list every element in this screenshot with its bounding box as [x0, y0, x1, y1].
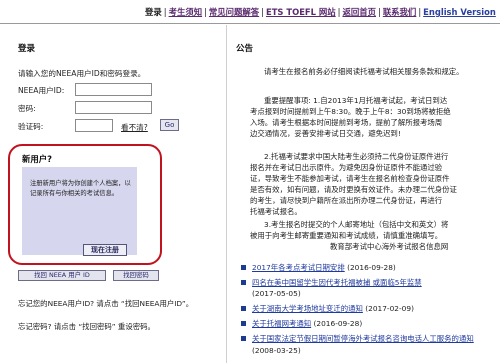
password-label: 密码:	[18, 104, 36, 113]
announcement-line: 证，导致考生不能参加考试，请考生在报名前检查身份证原件	[250, 174, 450, 183]
bullet-icon	[241, 280, 246, 285]
announcement-line: 入场。请考生根据本时间提前到考场，提前了解所报考场周	[250, 118, 443, 127]
nav-separator: |	[163, 7, 167, 17]
forgot-id-text: 忘记您的NEEA用户ID? 请点击 “找回NEEA用户ID”。	[18, 299, 194, 308]
news-date: (2016-09-28)	[313, 319, 363, 328]
header-divider	[0, 23, 500, 24]
news-date: (2008-03-25)	[252, 346, 301, 355]
cant-see-link[interactable]: 看不清?	[121, 122, 148, 133]
announcement-line: 考点报到时间提前到上午8:30。晚于上午8：30到场将被拒绝	[250, 107, 451, 116]
password-input[interactable]	[75, 101, 152, 114]
announcement-paragraph-2: 2.托福考试要求中国大陆考生必须持二代身份证原件进行 报名并在考试日出示原件。为…	[250, 151, 495, 217]
nav-separator: |	[377, 7, 381, 17]
nav-english-version[interactable]: English Version	[423, 7, 496, 17]
find-password-button[interactable]: 找回密码	[113, 270, 159, 281]
news-date: (2017-05-05)	[252, 289, 301, 298]
top-nav: 登录 | 考生须知 | 常见问题解答 | ETS TOEFL 网站 | 返回首页 | 联系我们 | En…	[145, 6, 500, 18]
announcement-line: 边交通情况，妥善安排考试日交通，避免迟到!	[250, 129, 401, 138]
news-link[interactable]: 四名在美中国留学生因代考托福被捕 或面临5年监禁	[252, 278, 422, 287]
announcement-signature: 教育部考试中心海外考试报名信息网	[330, 242, 449, 251]
news-link[interactable]: 2017年各考点考试日期安排	[252, 263, 345, 272]
nav-contact[interactable]: 联系我们	[383, 7, 417, 17]
nav-ets-toefl[interactable]: ETS TOEFL 网站	[266, 7, 336, 17]
news-item: 2017年各考点考试日期安排 (2016-09-28)	[241, 262, 496, 273]
captcha-label: 验证码:	[18, 122, 44, 131]
nav-separator: |	[261, 7, 264, 17]
news-link[interactable]: 关于国家法定节假日期间暂停海外考试报名咨询电话人工服务的通知	[252, 334, 474, 343]
bullet-icon	[241, 306, 246, 311]
news-item: 关于湖南大学考场地址变迁的通知 (2017-02-09)	[241, 303, 496, 314]
nav-separator: |	[204, 7, 207, 17]
announcement-line: 2.托福考试要求中国大陆考生必须持二代身份证原件进行	[264, 152, 449, 161]
announcement-paragraph-3: 3.考生报名时提交的个人邮寄地址（包括中文和英文）将 被用于向考生邮寄重要通知和…	[250, 219, 495, 241]
forgot-password-text: 忘记密码? 请点击 “找回密码” 重设密码。	[18, 322, 155, 331]
announcement-line: 托福考试报名。	[250, 207, 302, 216]
announcement-line: 3.考生报名时提交的个人邮寄地址（包括中文和英文）将	[264, 220, 449, 229]
news-item: 四名在美中国留学生因代考托福被捕 或面临5年监禁	[241, 277, 496, 288]
nav-login[interactable]: 登录	[145, 7, 162, 17]
bullet-icon	[241, 265, 246, 270]
bullet-icon	[241, 336, 246, 341]
news-date-row: (2017-05-05)	[241, 288, 496, 299]
login-title: 登录	[18, 44, 36, 54]
announcement-line: 的考生，请尽快到户籍所在派出所办理二代身份证，再进行	[250, 196, 443, 205]
announcement-paragraph-1: 重要提醒事项: 1.自2013年1月托福考试起，考试日到达 考点报到时间提前到上…	[250, 95, 495, 139]
announcement-line: 重要提醒事项: 1.自2013年1月托福考试起，考试日到达	[264, 96, 448, 105]
nav-home[interactable]: 返回首页	[342, 7, 376, 17]
nav-faq[interactable]: 常见问题解答	[209, 7, 259, 17]
find-neea-id-button[interactable]: 找回 NEEA 用户 ID	[18, 270, 106, 281]
news-date: (2017-02-09)	[365, 304, 414, 313]
column-divider	[226, 25, 227, 363]
captcha-input[interactable]	[75, 119, 113, 132]
announcement-title: 公告	[236, 44, 254, 54]
announcement-line: 报名并在考试日出示原件。为避免因身份证原件不能通过验	[250, 163, 443, 172]
news-link[interactable]: 关于托福网考通知	[252, 319, 311, 328]
news-date-row: (2008-03-25)	[241, 345, 496, 356]
user-id-input[interactable]	[75, 83, 152, 96]
news-item: 关于托福网考通知 (2016-09-28)	[241, 318, 496, 329]
news-item: 关于国家法定节假日期间暂停海外考试报名咨询电话人工服务的通知	[241, 333, 496, 344]
new-user-description: 注册新用户将为你创建个人档案，以记录所有与你相关的考试信息。	[30, 180, 131, 197]
user-id-label: NEEA用户ID:	[18, 86, 65, 95]
new-user-title: 新用户?	[22, 154, 52, 164]
register-now-button[interactable]: 现在注册	[83, 244, 127, 256]
announcement-line: 被用于向考生邮寄重要通知和考试成绩，请慎重准确填写。	[250, 231, 443, 240]
news-link[interactable]: 关于湖南大学考场地址变迁的通知	[252, 304, 363, 313]
nav-exam-notice[interactable]: 考生须知	[169, 7, 203, 17]
news-date: (2016-09-28)	[347, 263, 396, 272]
login-prompt: 请输入您的NEEA用户ID和密码登录。	[18, 69, 146, 78]
announcement-intro: 请考生在报名前务必仔细阅读托福考试相关服务条款和规定。	[264, 67, 464, 76]
announcement-line: 是否有效，如有问题，请及时更换有效证件。未办理二代身份证	[250, 185, 457, 194]
go-button[interactable]: Go	[160, 119, 179, 131]
bullet-icon	[241, 321, 246, 326]
